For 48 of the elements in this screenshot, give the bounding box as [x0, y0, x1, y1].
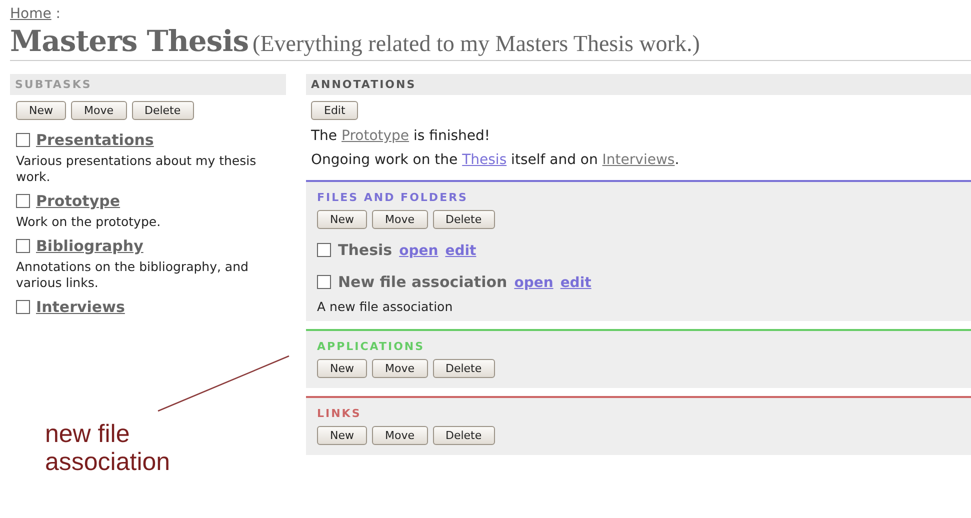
checkbox[interactable]: [16, 239, 30, 253]
file-action-link[interactable]: edit: [445, 243, 476, 259]
toolbar-button[interactable]: Delete: [432, 210, 495, 229]
subtask-link[interactable]: Bibliography: [36, 237, 144, 255]
toolbar-button[interactable]: New: [16, 101, 66, 120]
annotation-text: The Prototype is finished!: [311, 128, 491, 144]
annotation-text: Ongoing work on the Thesis itself and on Interviews.: [311, 152, 680, 168]
subtask-link[interactable]: Presentations: [36, 131, 154, 149]
annotation-link[interactable]: Prototype: [342, 128, 410, 144]
checkbox[interactable]: [317, 243, 331, 257]
checkbox[interactable]: [16, 133, 30, 147]
page-title: Masters Thesis: [10, 24, 249, 58]
section-header: FILES AND FOLDERS: [316, 190, 469, 204]
toolbar-button[interactable]: Delete: [432, 359, 495, 378]
checkbox[interactable]: [16, 194, 30, 208]
page-subtitle: (Everything related to my Masters Thesis work.): [252, 31, 700, 56]
file-description: A new file association: [316, 298, 454, 315]
breadcrumb-separator: :: [56, 6, 61, 22]
callout-text: new file association: [45, 420, 172, 476]
checkbox[interactable]: [317, 275, 331, 289]
edit-button[interactable]: Edit: [311, 101, 358, 120]
file-name: Thesis: [338, 241, 392, 259]
toolbar-button[interactable]: New: [317, 210, 367, 229]
file-name: New file association: [338, 273, 508, 291]
toolbar-button[interactable]: New: [317, 426, 367, 445]
home-link[interactable]: Home: [10, 6, 52, 22]
file-action-link[interactable]: edit: [560, 275, 592, 291]
section-header: ANNOTATIONS: [306, 74, 971, 95]
toolbar-button[interactable]: Move: [372, 426, 428, 445]
toolbar-button[interactable]: Delete: [132, 101, 194, 120]
subtask-link[interactable]: Prototype: [36, 192, 120, 210]
annotation-link[interactable]: Thesis: [462, 152, 507, 168]
section-header: SUBTASKS: [10, 74, 286, 95]
toolbar-button[interactable]: Move: [372, 210, 428, 229]
toolbar-button[interactable]: Delete: [432, 426, 495, 445]
section-header: APPLICATIONS: [316, 339, 426, 353]
subtask-description: Annotations on the bibliography, and various links.: [15, 258, 250, 291]
subtask-link[interactable]: Interviews: [36, 298, 125, 316]
toolbar-button[interactable]: Move: [71, 101, 126, 120]
checkbox[interactable]: [16, 300, 30, 314]
toolbar-button[interactable]: New: [317, 359, 367, 378]
file-action-link[interactable]: open: [399, 243, 438, 259]
annotation-link[interactable]: Interviews: [602, 152, 675, 168]
toolbar-button[interactable]: Move: [372, 359, 428, 378]
file-action-link[interactable]: open: [514, 275, 554, 291]
subtask-description: Work on the prototype.: [15, 213, 162, 230]
section-header: LINKS: [316, 406, 362, 420]
subtask-description: Various presentations about my thesis work.: [15, 152, 258, 185]
